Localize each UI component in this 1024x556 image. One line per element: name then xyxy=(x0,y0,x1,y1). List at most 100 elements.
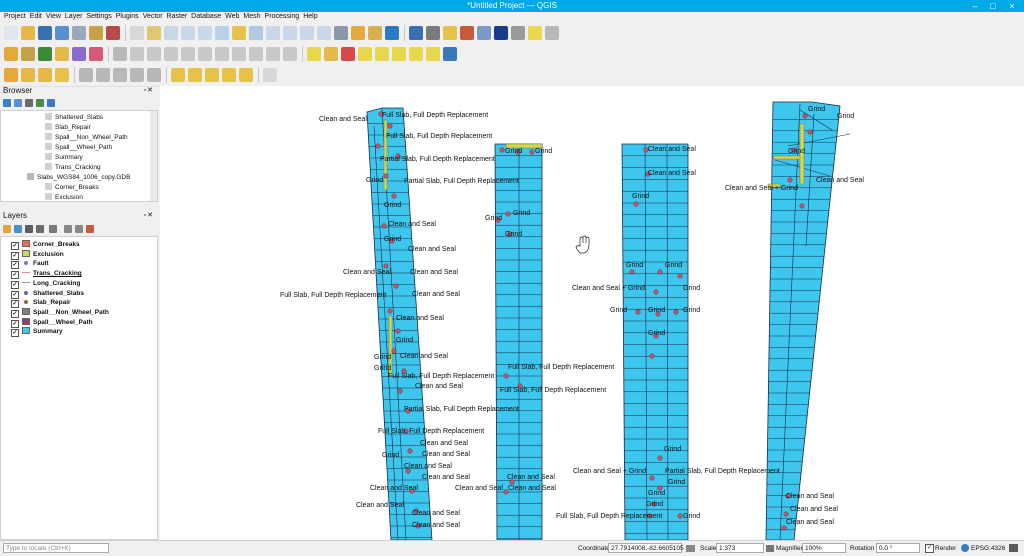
layer-item[interactable]: ✓ Summary xyxy=(11,327,63,338)
browser-item[interactable]: Summary xyxy=(45,153,83,162)
select-all-icon[interactable] xyxy=(188,68,202,82)
layer-item[interactable]: ✓ Slab_Repair xyxy=(11,298,71,309)
reshape-icon[interactable] xyxy=(79,68,93,82)
save-edits-icon[interactable] xyxy=(147,47,161,61)
crs-globe-icon[interactable] xyxy=(961,544,969,552)
panel-float-close-icon[interactable]: ▫✕ xyxy=(144,86,154,96)
pan-to-selection-icon[interactable] xyxy=(147,26,161,40)
close-icon[interactable]: × xyxy=(1005,0,1019,12)
style-manager-icon[interactable] xyxy=(106,26,120,40)
change-label-icon[interactable] xyxy=(426,47,440,61)
map-canvas[interactable]: Clean and Seal Full Slab, Full Depth Repl… xyxy=(160,86,1024,540)
refresh-icon[interactable] xyxy=(385,26,399,40)
field-calculator-icon[interactable] xyxy=(477,26,491,40)
refresh-icon[interactable] xyxy=(14,99,22,107)
lock-scale-icon[interactable] xyxy=(766,545,774,552)
pan-icon[interactable] xyxy=(130,26,144,40)
identify-icon[interactable] xyxy=(409,26,423,40)
rotate-icon[interactable] xyxy=(147,68,161,82)
add-group-icon[interactable] xyxy=(14,225,22,233)
map-tips-icon[interactable] xyxy=(528,26,542,40)
action-icon[interactable] xyxy=(426,26,440,40)
measure-icon[interactable] xyxy=(511,26,525,40)
magnifier-field[interactable]: 100% xyxy=(802,543,846,553)
layer-item[interactable]: ✓ Spall__Wheel_Path xyxy=(11,317,93,328)
panel-float-close-icon[interactable]: ▫✕ xyxy=(144,211,154,221)
text-annotation-icon[interactable] xyxy=(263,68,277,82)
layer-item[interactable]: ✓ Shattered_Slabs xyxy=(11,289,84,299)
offset-icon[interactable] xyxy=(130,68,144,82)
extents-toggle-icon[interactable] xyxy=(686,545,695,552)
locator-search-input[interactable]: Type to locate (Ctrl+K) xyxy=(3,543,109,553)
python-console-icon[interactable] xyxy=(443,47,457,61)
minimize-icon[interactable]: – xyxy=(968,0,982,12)
menu-settings[interactable]: Settings xyxy=(86,12,111,22)
menu-processing[interactable]: Processing xyxy=(265,12,300,22)
browser-item[interactable]: Slabs_WGS84_1006_copy.GDB xyxy=(27,173,130,182)
menu-vector[interactable]: Vector xyxy=(143,12,163,22)
split-icon[interactable] xyxy=(96,68,110,82)
menu-mesh[interactable]: Mesh xyxy=(243,12,260,22)
new-shapefile-icon[interactable] xyxy=(38,47,52,61)
filter-selection-icon[interactable] xyxy=(222,68,236,82)
new-spatialite-icon[interactable] xyxy=(72,47,86,61)
print-layout-icon[interactable] xyxy=(72,26,86,40)
eye-icon[interactable] xyxy=(25,225,33,233)
browser-item[interactable]: Slab_Repair xyxy=(45,123,91,132)
text-annotation-icon[interactable] xyxy=(545,26,559,40)
menu-plugins[interactable]: Plugins xyxy=(116,12,139,22)
render-checkbox[interactable]: ✓ xyxy=(925,544,934,553)
statistics-icon[interactable] xyxy=(494,26,508,40)
menu-view[interactable]: View xyxy=(46,12,61,22)
menu-raster[interactable]: Raster xyxy=(167,12,188,22)
layout-manager-icon[interactable] xyxy=(89,26,103,40)
vertex-tool-icon[interactable] xyxy=(181,47,195,61)
zoom-native-icon[interactable] xyxy=(266,26,280,40)
browser-item[interactable]: Spall__Non_Wheel_Path xyxy=(45,133,128,142)
label-toolbar-icon[interactable] xyxy=(307,47,321,61)
rectangle-icon[interactable] xyxy=(21,68,35,82)
collapse-all-icon[interactable] xyxy=(75,225,83,233)
zoom-out-icon[interactable] xyxy=(181,26,195,40)
menu-project[interactable]: Project xyxy=(4,12,26,22)
digitize-icon[interactable] xyxy=(4,68,18,82)
add-layer-icon[interactable] xyxy=(3,99,11,107)
expression-filter-icon[interactable] xyxy=(49,225,57,233)
info-icon[interactable] xyxy=(47,99,55,107)
browser-item[interactable]: Trans_Cracking xyxy=(45,163,101,172)
new-geopackage-icon[interactable] xyxy=(21,47,35,61)
messages-icon[interactable] xyxy=(1009,544,1018,552)
bookmark-icon[interactable] xyxy=(351,26,365,40)
scale-field[interactable]: 1:373 xyxy=(716,543,764,553)
new-temp-layer-icon[interactable] xyxy=(55,47,69,61)
zoom-in-icon[interactable] xyxy=(164,26,178,40)
rotate-label-icon[interactable] xyxy=(409,47,423,61)
select-by-expression-icon[interactable] xyxy=(171,68,185,82)
filter-icon[interactable] xyxy=(25,99,33,107)
deselect-icon[interactable] xyxy=(205,68,219,82)
browser-item[interactable]: Shattered_Slabs xyxy=(45,113,103,122)
save-project-icon[interactable] xyxy=(38,26,52,40)
new-map-view-icon[interactable] xyxy=(317,26,331,40)
show-hide-labels-icon[interactable] xyxy=(375,47,389,61)
toggle-editing-icon[interactable] xyxy=(130,47,144,61)
menu-edit[interactable]: Edit xyxy=(30,12,42,22)
layer-visibility-checkbox[interactable]: ✓ xyxy=(11,329,19,338)
save-as-icon[interactable] xyxy=(55,26,69,40)
crs-label[interactable]: EPSG:4326 xyxy=(971,545,1005,552)
snapping-icon[interactable] xyxy=(55,68,69,82)
layer-item[interactable]: ✓ Long_Cracking xyxy=(11,279,80,289)
delete-selected-icon[interactable] xyxy=(198,47,212,61)
invert-selection-icon[interactable] xyxy=(239,68,253,82)
zoom-last-icon[interactable] xyxy=(283,26,297,40)
menu-help[interactable]: Help xyxy=(303,12,317,22)
expand-all-icon[interactable] xyxy=(64,225,72,233)
layer-item[interactable]: ✓ Fault xyxy=(11,259,49,270)
attribute-table-icon[interactable] xyxy=(460,26,474,40)
select-features-icon[interactable] xyxy=(443,26,457,40)
cut-icon[interactable] xyxy=(215,47,229,61)
coordinate-field[interactable]: 27.7914008,-82.6605105 xyxy=(608,543,684,553)
browser-item[interactable]: Exclusion xyxy=(45,193,83,201)
rotation-field[interactable]: 0.0 ° xyxy=(876,543,920,553)
menu-database[interactable]: Database xyxy=(191,12,221,22)
